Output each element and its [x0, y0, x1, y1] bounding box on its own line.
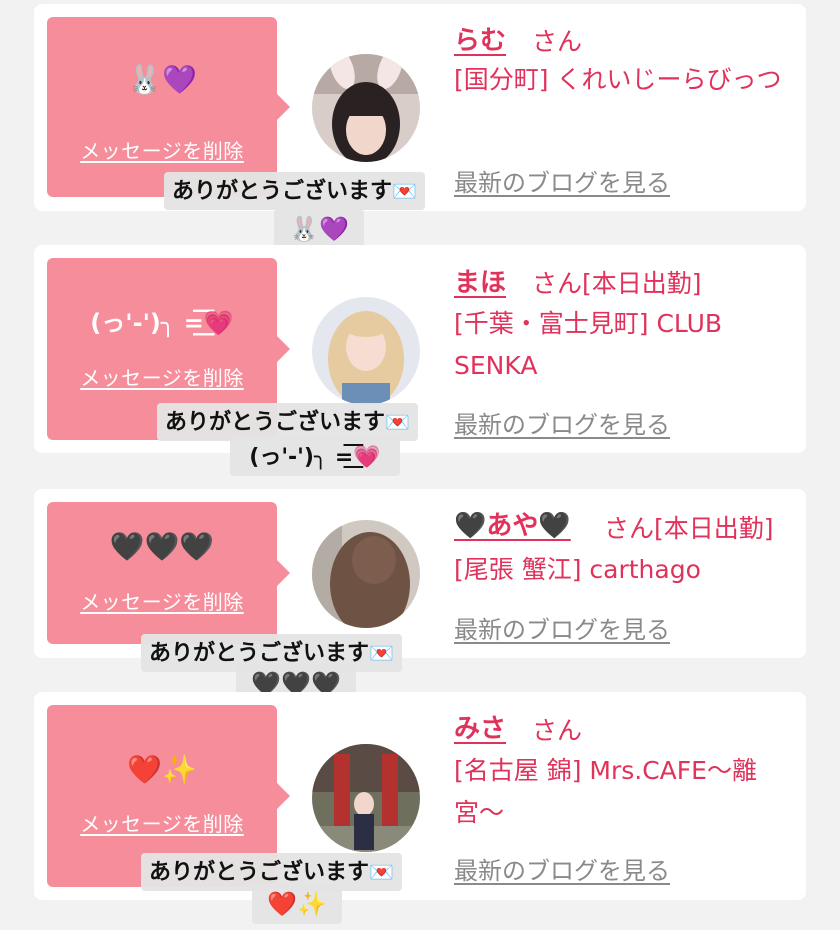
delete-message-link[interactable]: メッセージを削除	[47, 135, 277, 164]
status-badge: [本日出勤]	[582, 269, 702, 298]
toast-text: ありがとうございます	[165, 410, 386, 435]
girl-name-link[interactable]: まほ	[454, 262, 506, 299]
girl-name-link[interactable]: らむ	[454, 20, 506, 57]
latest-blog-link[interactable]: 最新のブログを見る	[454, 851, 670, 886]
shop-link[interactable]: [千葉・富士見町] CLUB SENKA	[454, 303, 794, 387]
name-suffix: さん	[532, 716, 583, 745]
girl-name-link[interactable]: みさ	[454, 708, 506, 745]
envelope-icon: 💌	[369, 860, 394, 884]
name-suffix: さん[本日出勤]	[532, 269, 702, 298]
delete-message-link[interactable]: メッセージを削除	[47, 586, 277, 615]
girl-name-link[interactable]: 🖤あや🖤	[454, 505, 571, 542]
message-bubble: 🐰💜 メッセージを削除	[47, 17, 290, 197]
shop-link[interactable]: [尾張 蟹江] carthago	[454, 549, 794, 591]
toast-text: ありがとうございます	[149, 860, 370, 885]
message-text: 🐰💜	[127, 63, 197, 96]
message-text: (っ'-')╮ =͟͟͞͞💗	[90, 309, 234, 337]
status-badge: [本日出勤]	[654, 514, 774, 543]
delete-message-link[interactable]: メッセージを削除	[47, 808, 277, 837]
envelope-icon: 💌	[392, 179, 417, 203]
avatar[interactable]	[312, 297, 420, 405]
toast-emoji: 🐰💜	[274, 209, 364, 249]
avatar[interactable]	[312, 520, 420, 628]
name-suffix: さん[本日出勤]	[604, 514, 774, 543]
toast-emoji: (っ'-')╮ =͟͟͞͞💗	[230, 436, 400, 476]
toast-emoji: ❤️✨	[252, 884, 342, 924]
toast-text: ありがとうございます	[172, 179, 393, 204]
toast-text: ありがとうございます	[149, 641, 370, 666]
avatar[interactable]	[312, 54, 420, 162]
delete-message-link[interactable]: メッセージを削除	[47, 362, 277, 391]
latest-blog-link[interactable]: 最新のブログを見る	[454, 163, 670, 198]
envelope-icon: 💌	[369, 641, 394, 665]
shop-link[interactable]: [名古屋 錦] Mrs.CAFE〜離宮〜	[454, 750, 794, 834]
avatar[interactable]	[312, 744, 420, 852]
envelope-icon: 💌	[385, 410, 410, 434]
message-text: ❤️✨	[127, 753, 197, 786]
message-text: 🖤🖤🖤	[109, 530, 215, 563]
shop-link[interactable]: [国分町] くれいじーらびっつ	[454, 59, 794, 101]
toast-message: ありがとうございます💌	[164, 172, 425, 210]
message-bubble: 🖤🖤🖤 メッセージを削除	[47, 502, 290, 644]
name-suffix: さん	[532, 27, 583, 56]
latest-blog-link[interactable]: 最新のブログを見る	[454, 405, 670, 440]
latest-blog-link[interactable]: 最新のブログを見る	[454, 610, 670, 645]
